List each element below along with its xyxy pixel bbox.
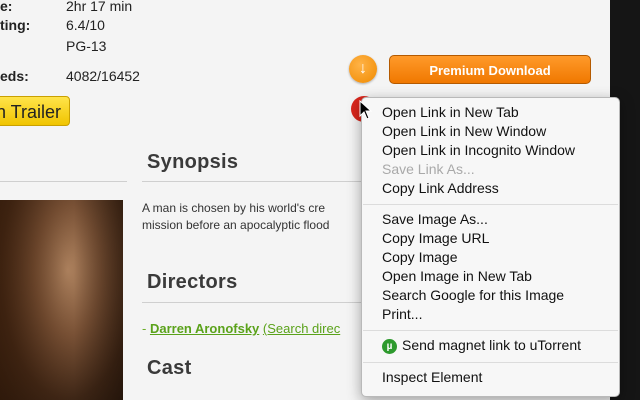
directors-heading: Directors (147, 271, 238, 293)
seeds-value: 4082/16452 (66, 68, 140, 84)
rating-value: 6.4/10 (66, 17, 105, 33)
menu-open-link-new-tab[interactable]: Open Link in New Tab (382, 104, 519, 120)
poster-shading (0, 200, 123, 400)
synopsis-line-2: mission before an apocalyptic flood (142, 218, 330, 232)
divider (0, 181, 127, 182)
synopsis-text: A man is chosen by his world's cre missi… (142, 200, 377, 234)
menu-inspect-element[interactable]: Inspect Element (382, 369, 482, 385)
divider (142, 302, 382, 303)
mouse-pointer-icon (359, 100, 373, 120)
rating-label: ting: (0, 17, 31, 33)
menu-copy-image-url[interactable]: Copy Image URL (382, 230, 489, 246)
menu-copy-link-address[interactable]: Copy Link Address (382, 180, 499, 196)
utorrent-icon: µ (382, 339, 397, 354)
director-entry: - Darren Aronofsky (Search direc (142, 321, 372, 336)
menu-send-magnet-utorrent[interactable]: Send magnet link to uTorrent (402, 337, 581, 353)
synopsis-line-1: A man is chosen by his world's cre (142, 201, 326, 215)
download-arrow-icon[interactable]: ↓ (349, 55, 377, 83)
menu-search-google-image[interactable]: Search Google for this Image (382, 287, 564, 303)
menu-open-link-incognito[interactable]: Open Link in Incognito Window (382, 142, 575, 158)
menu-separator (363, 362, 618, 363)
cast-heading: Cast (147, 357, 192, 379)
divider (142, 181, 382, 182)
mpaa-rating: PG-13 (66, 38, 107, 54)
context-menu: Open Link in New Tab Open Link in New Wi… (361, 97, 620, 397)
runtime-value: 2hr 17 min (66, 0, 133, 14)
synopsis-heading: Synopsis (147, 151, 239, 173)
watch-trailer-button[interactable]: n Trailer (0, 96, 70, 126)
runtime-label: e: (0, 0, 13, 14)
menu-save-image-as[interactable]: Save Image As... (382, 211, 488, 227)
menu-separator (363, 204, 618, 205)
menu-copy-image[interactable]: Copy Image (382, 249, 457, 265)
search-director-link[interactable]: (Search direc (263, 321, 340, 336)
director-link[interactable]: Darren Aronofsky (150, 321, 259, 336)
seeds-label: eds: (0, 68, 29, 84)
menu-save-link-as: Save Link As... (382, 161, 475, 177)
menu-open-link-new-window[interactable]: Open Link in New Window (382, 123, 546, 139)
menu-open-image-new-tab[interactable]: Open Image in New Tab (382, 268, 532, 284)
director-dash: - (142, 321, 150, 336)
premium-download-button[interactable]: Premium Download (389, 55, 591, 84)
menu-print[interactable]: Print... (382, 306, 422, 322)
menu-separator (363, 330, 618, 331)
